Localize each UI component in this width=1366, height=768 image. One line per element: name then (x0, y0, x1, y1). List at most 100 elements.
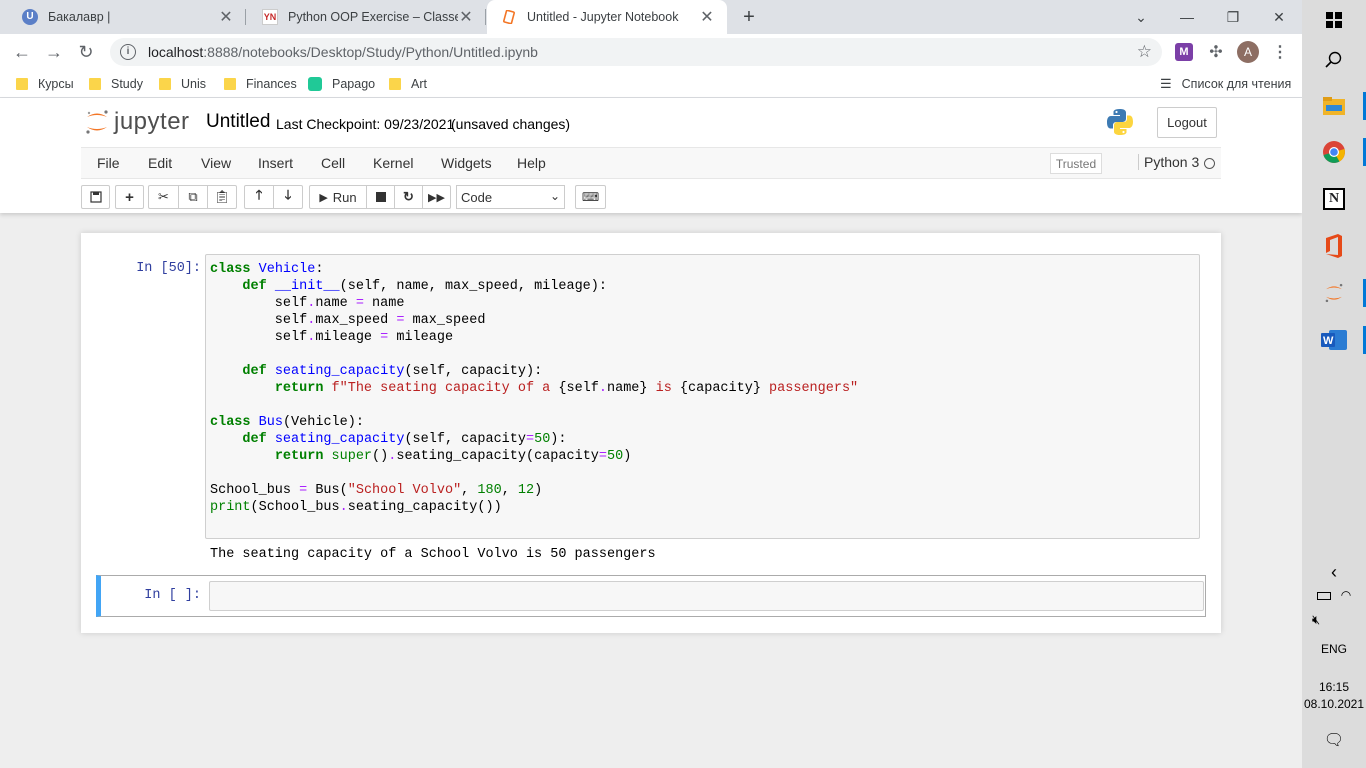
notifications-icon[interactable]: 🗨︎ (1302, 730, 1366, 750)
windows-start-icon[interactable] (1318, 4, 1350, 36)
bookmark-papago[interactable]: Papago (308, 75, 375, 93)
bookmark-label: Papago (332, 77, 376, 91)
move-up-button[interactable]: 🡑 (244, 185, 274, 209)
arrow-down-icon: 🡓 (284, 187, 292, 202)
bookmark-art[interactable]: Art (389, 75, 427, 93)
reading-list-button[interactable]: ☰ Список для чтения (1160, 75, 1291, 93)
jupyter-header: jupyter Untitled Last Checkpoint: 09/23/… (0, 98, 1302, 213)
tab-bachelor[interactable]: U Бакалавр | ✕ (8, 0, 246, 34)
chrome-icon[interactable] (1318, 136, 1366, 168)
clock-time[interactable]: 16:15 (1302, 680, 1366, 694)
menu-kernel[interactable]: Kernel (373, 155, 413, 171)
restore-button[interactable]: ❐ (1210, 0, 1256, 34)
file-explorer-icon[interactable] (1318, 90, 1366, 122)
avatar-initial: A (1237, 41, 1259, 63)
run-label: Run (332, 189, 357, 205)
empty-code-cell[interactable]: In [ ]: (96, 575, 1206, 617)
jupyter-logo-icon (86, 110, 108, 134)
avatar[interactable]: A (1237, 41, 1259, 63)
stop-icon (375, 192, 386, 202)
interrupt-button[interactable] (366, 185, 395, 209)
trusted-indicator[interactable]: Trusted (1050, 153, 1102, 174)
info-icon[interactable]: i (120, 44, 136, 60)
forward-button[interactable]: → (42, 40, 66, 64)
kernel-name[interactable]: Python 3 (1138, 154, 1199, 170)
chevron-down-icon: ⌄ (549, 189, 560, 203)
bookmark-kursy[interactable]: Курсы (16, 75, 74, 93)
office-icon[interactable] (1318, 230, 1350, 262)
reading-list-label: Список для чтения (1181, 77, 1292, 91)
close-icon[interactable]: ✕ (699, 7, 715, 27)
menu-view[interactable]: View (201, 155, 231, 171)
logout-button[interactable]: Logout (1157, 107, 1217, 138)
minimize-button[interactable]: — (1164, 0, 1210, 34)
plus-icon: + (125, 188, 134, 206)
puzzle-icon[interactable]: ✣ (1205, 41, 1227, 63)
reload-button[interactable]: ↻ (74, 40, 98, 64)
word-icon[interactable]: W (1318, 324, 1366, 356)
more-vert-icon[interactable]: ⋮ (1269, 41, 1291, 63)
jupyter-taskbar-icon[interactable] (1318, 277, 1366, 309)
kernel-idle-icon (1204, 158, 1215, 169)
tray-icons: ◠ (1302, 588, 1366, 602)
code-cell-editor[interactable] (209, 581, 1204, 611)
wifi-icon[interactable]: ◠ (1341, 588, 1351, 602)
save-button[interactable] (81, 185, 110, 209)
menu-widgets[interactable]: Widgets (441, 155, 492, 171)
notion-icon[interactable]: N (1318, 183, 1350, 215)
tab-title: Untitled - Jupyter Notebook (527, 10, 679, 24)
jupyter-wordmark: jupyter (114, 108, 190, 135)
jupyter-logo[interactable]: jupyter (84, 108, 190, 136)
chevron-down-icon[interactable]: ⌄ (1118, 0, 1164, 34)
paste-button[interactable]: 📋︎ (207, 185, 237, 209)
move-down-button[interactable]: 🡓 (273, 185, 303, 209)
run-button[interactable]: ▶ Run (309, 185, 367, 209)
unis-u-icon: U (22, 9, 38, 25)
svg-text:W: W (1323, 335, 1334, 347)
bookmark-unis[interactable]: Unis (159, 75, 206, 93)
restart-button[interactable]: ↻ (394, 185, 423, 209)
code-cell-editor[interactable]: class Vehicle: def __init__(self, name, … (205, 254, 1200, 539)
menu-help[interactable]: Help (517, 155, 546, 171)
cell-type-select[interactable]: Code ⌄ (456, 185, 565, 209)
menu-insert[interactable]: Insert (258, 155, 293, 171)
move-button-group: 🡑 🡓 (244, 185, 303, 209)
folder-icon (16, 78, 28, 90)
close-window-button[interactable]: ✕ (1256, 0, 1302, 34)
browser-window: U Бакалавр | ✕ YN Python OOP Exercise – … (0, 0, 1302, 768)
bookmark-label: Курсы (38, 77, 74, 91)
notebook-title[interactable]: Untitled (206, 111, 270, 133)
bookmark-finances[interactable]: Finances (224, 75, 297, 93)
tab-pynative[interactable]: YN Python OOP Exercise – Classes and ✕ (248, 0, 486, 34)
volume-muted-icon[interactable]: 🔇︎ (1302, 612, 1366, 628)
battery-icon[interactable] (1316, 591, 1331, 600)
folder-icon (89, 78, 101, 90)
new-tab-button[interactable]: + (738, 6, 760, 28)
cell-prompt: In [ ]: (144, 588, 201, 603)
clock-date[interactable]: 08.10.2021 (1302, 697, 1366, 711)
list-icon: ☰ (1160, 76, 1172, 91)
menu-edit[interactable]: Edit (148, 155, 172, 171)
tab-strip: U Бакалавр | ✕ YN Python OOP Exercise – … (0, 0, 1302, 34)
close-icon[interactable]: ✕ (218, 7, 234, 27)
extension-m-icon[interactable]: M (1173, 41, 1195, 63)
chevron-left-icon[interactable]: ‹ (1302, 562, 1366, 583)
tab-jupyter[interactable]: Untitled - Jupyter Notebook ✕ (487, 0, 727, 34)
url-text: localhost:8888/notebooks/Desktop/Study/P… (148, 44, 538, 60)
search-icon[interactable] (1318, 44, 1350, 76)
address-bar[interactable]: i localhost:8888/notebooks/Desktop/Study… (110, 38, 1162, 66)
restart-run-all-button[interactable]: ▶▶ (422, 185, 451, 209)
command-palette-button[interactable]: ⌨ (575, 185, 606, 209)
folder-icon (159, 78, 171, 90)
bookmark-study[interactable]: Study (89, 75, 143, 93)
copy-button[interactable]: ⧉ (178, 185, 208, 209)
language-indicator[interactable]: ENG (1302, 642, 1366, 656)
insert-cell-button[interactable]: + (115, 185, 144, 209)
close-icon[interactable]: ✕ (458, 7, 474, 27)
menu-file[interactable]: File (97, 155, 120, 171)
bookmark-label: Study (111, 77, 143, 91)
menu-cell[interactable]: Cell (321, 155, 345, 171)
star-icon[interactable]: ☆ (1137, 42, 1152, 62)
cut-button[interactable]: ✂ (148, 185, 179, 209)
back-button[interactable]: ← (10, 40, 34, 64)
